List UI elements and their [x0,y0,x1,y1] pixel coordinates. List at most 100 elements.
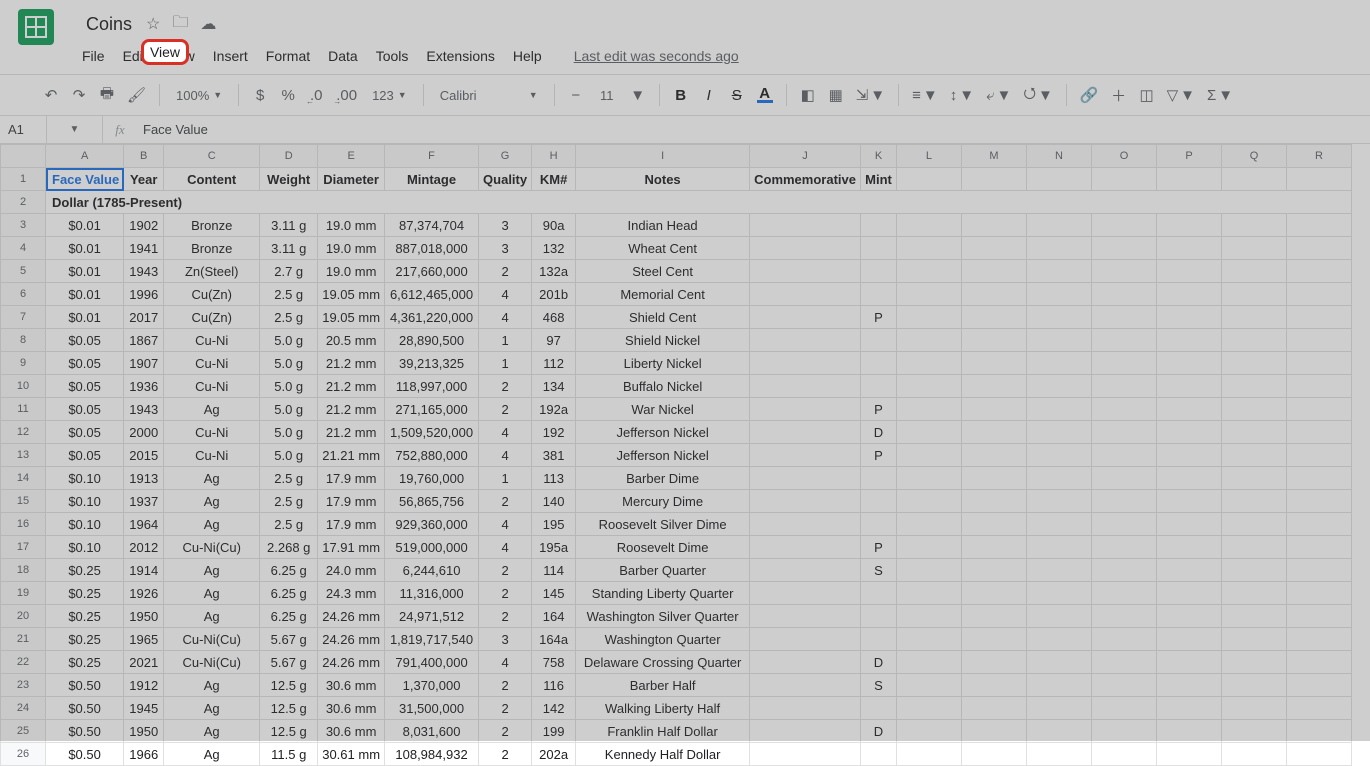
header-cell[interactable]: Mintage [385,168,479,191]
data-cell[interactable]: 2021 [124,651,164,674]
data-cell[interactable] [860,628,896,651]
data-cell[interactable]: 519,000,000 [385,536,479,559]
doc-title[interactable]: Coins [82,12,136,37]
data-cell[interactable]: 2.5 g [260,513,318,536]
data-cell[interactable] [750,237,861,260]
data-cell[interactable]: 19.0 mm [318,260,385,283]
data-cell[interactable]: Ag [164,697,260,720]
data-cell[interactable] [750,513,861,536]
data-cell[interactable]: 6.25 g [260,559,318,582]
data-cell[interactable]: $0.50 [46,720,124,743]
data-cell[interactable]: 12.5 g [260,720,318,743]
data-cell[interactable]: Buffalo Nickel [576,375,750,398]
data-cell[interactable] [750,421,861,444]
data-cell[interactable]: $0.10 [46,490,124,513]
data-cell[interactable]: 24,971,512 [385,605,479,628]
data-cell[interactable]: 24.26 mm [318,628,385,651]
row-header[interactable]: 16 [1,513,46,536]
data-cell[interactable] [860,467,896,490]
data-cell[interactable]: 21.21 mm [318,444,385,467]
data-cell[interactable]: Barber Half [576,674,750,697]
data-cell[interactable]: Franklin Half Dollar [576,720,750,743]
data-cell[interactable]: 5.0 g [260,421,318,444]
data-cell[interactable]: 134 [532,375,576,398]
star-icon[interactable]: ☆ [146,14,160,34]
data-cell[interactable]: 19.0 mm [318,237,385,260]
data-cell[interactable]: $0.50 [46,674,124,697]
data-cell[interactable]: 17.9 mm [318,467,385,490]
menu-tools[interactable]: Tools [368,44,417,68]
data-cell[interactable]: 6.25 g [260,582,318,605]
data-cell[interactable]: $0.25 [46,559,124,582]
col-header[interactable]: O [1091,145,1156,168]
data-cell[interactable] [860,283,896,306]
data-cell[interactable]: Bronze [164,237,260,260]
data-cell[interactable] [860,490,896,513]
format-currency-button[interactable]: $ [249,82,271,108]
data-cell[interactable]: 164 [532,605,576,628]
data-cell[interactable] [860,329,896,352]
row-header[interactable]: 26 [1,743,46,766]
data-cell[interactable]: Zn(Steel) [164,260,260,283]
data-cell[interactable]: $0.01 [46,306,124,329]
font-size-input[interactable]: 11 [593,82,621,108]
col-header[interactable]: M [961,145,1026,168]
row-header[interactable]: 13 [1,444,46,467]
data-cell[interactable] [860,582,896,605]
data-cell[interactable]: 21.2 mm [318,352,385,375]
data-cell[interactable]: Indian Head [576,214,750,237]
data-cell[interactable]: 118,997,000 [385,375,479,398]
data-cell[interactable]: 1936 [124,375,164,398]
data-cell[interactable]: Ag [164,467,260,490]
data-cell[interactable]: 3.11 g [260,237,318,260]
data-cell[interactable]: Washington Silver Quarter [576,605,750,628]
data-cell[interactable]: 381 [532,444,576,467]
data-cell[interactable]: 2 [479,375,532,398]
col-header[interactable]: D [260,145,318,168]
row-header[interactable]: 7 [1,306,46,329]
header-cell[interactable]: Quality [479,168,532,191]
data-cell[interactable] [860,260,896,283]
data-cell[interactable]: 1,509,520,000 [385,421,479,444]
data-cell[interactable] [750,398,861,421]
data-cell[interactable]: 2000 [124,421,164,444]
data-cell[interactable] [750,720,861,743]
data-cell[interactable]: Cu-Ni [164,329,260,352]
data-cell[interactable]: Shield Nickel [576,329,750,352]
row-header[interactable]: 2 [1,191,46,214]
filter-icon[interactable]: ▽▼ [1164,82,1198,108]
data-cell[interactable]: $0.10 [46,513,124,536]
data-cell[interactable] [750,651,861,674]
data-cell[interactable]: 2.5 g [260,467,318,490]
row-header[interactable]: 15 [1,490,46,513]
data-cell[interactable] [860,237,896,260]
data-cell[interactable]: Ag [164,743,260,766]
number-format-select[interactable]: 123▼ [366,82,413,108]
col-header[interactable]: K [860,145,896,168]
data-cell[interactable] [860,605,896,628]
bold-button[interactable]: B [670,82,692,108]
data-cell[interactable]: 19.0 mm [318,214,385,237]
data-cell[interactable]: 2 [479,697,532,720]
data-cell[interactable]: 758 [532,651,576,674]
data-cell[interactable] [750,352,861,375]
data-cell[interactable]: Kennedy Half Dollar [576,743,750,766]
data-cell[interactable]: 1902 [124,214,164,237]
data-cell[interactable]: Ag [164,513,260,536]
row-header[interactable]: 5 [1,260,46,283]
data-cell[interactable]: 28,890,500 [385,329,479,352]
redo-icon[interactable]: ↷ [68,82,90,108]
data-cell[interactable]: $0.05 [46,329,124,352]
col-header[interactable]: P [1156,145,1221,168]
row-header[interactable]: 8 [1,329,46,352]
insert-chart-icon[interactable]: ◫ [1136,82,1158,108]
data-cell[interactable]: 142 [532,697,576,720]
col-header[interactable]: Q [1221,145,1286,168]
row-header[interactable]: 6 [1,283,46,306]
fill-color-icon[interactable]: ◧ [797,82,819,108]
data-cell[interactable]: Jefferson Nickel [576,444,750,467]
data-cell[interactable] [750,582,861,605]
data-cell[interactable] [750,260,861,283]
data-cell[interactable] [750,490,861,513]
col-header[interactable]: J [750,145,861,168]
